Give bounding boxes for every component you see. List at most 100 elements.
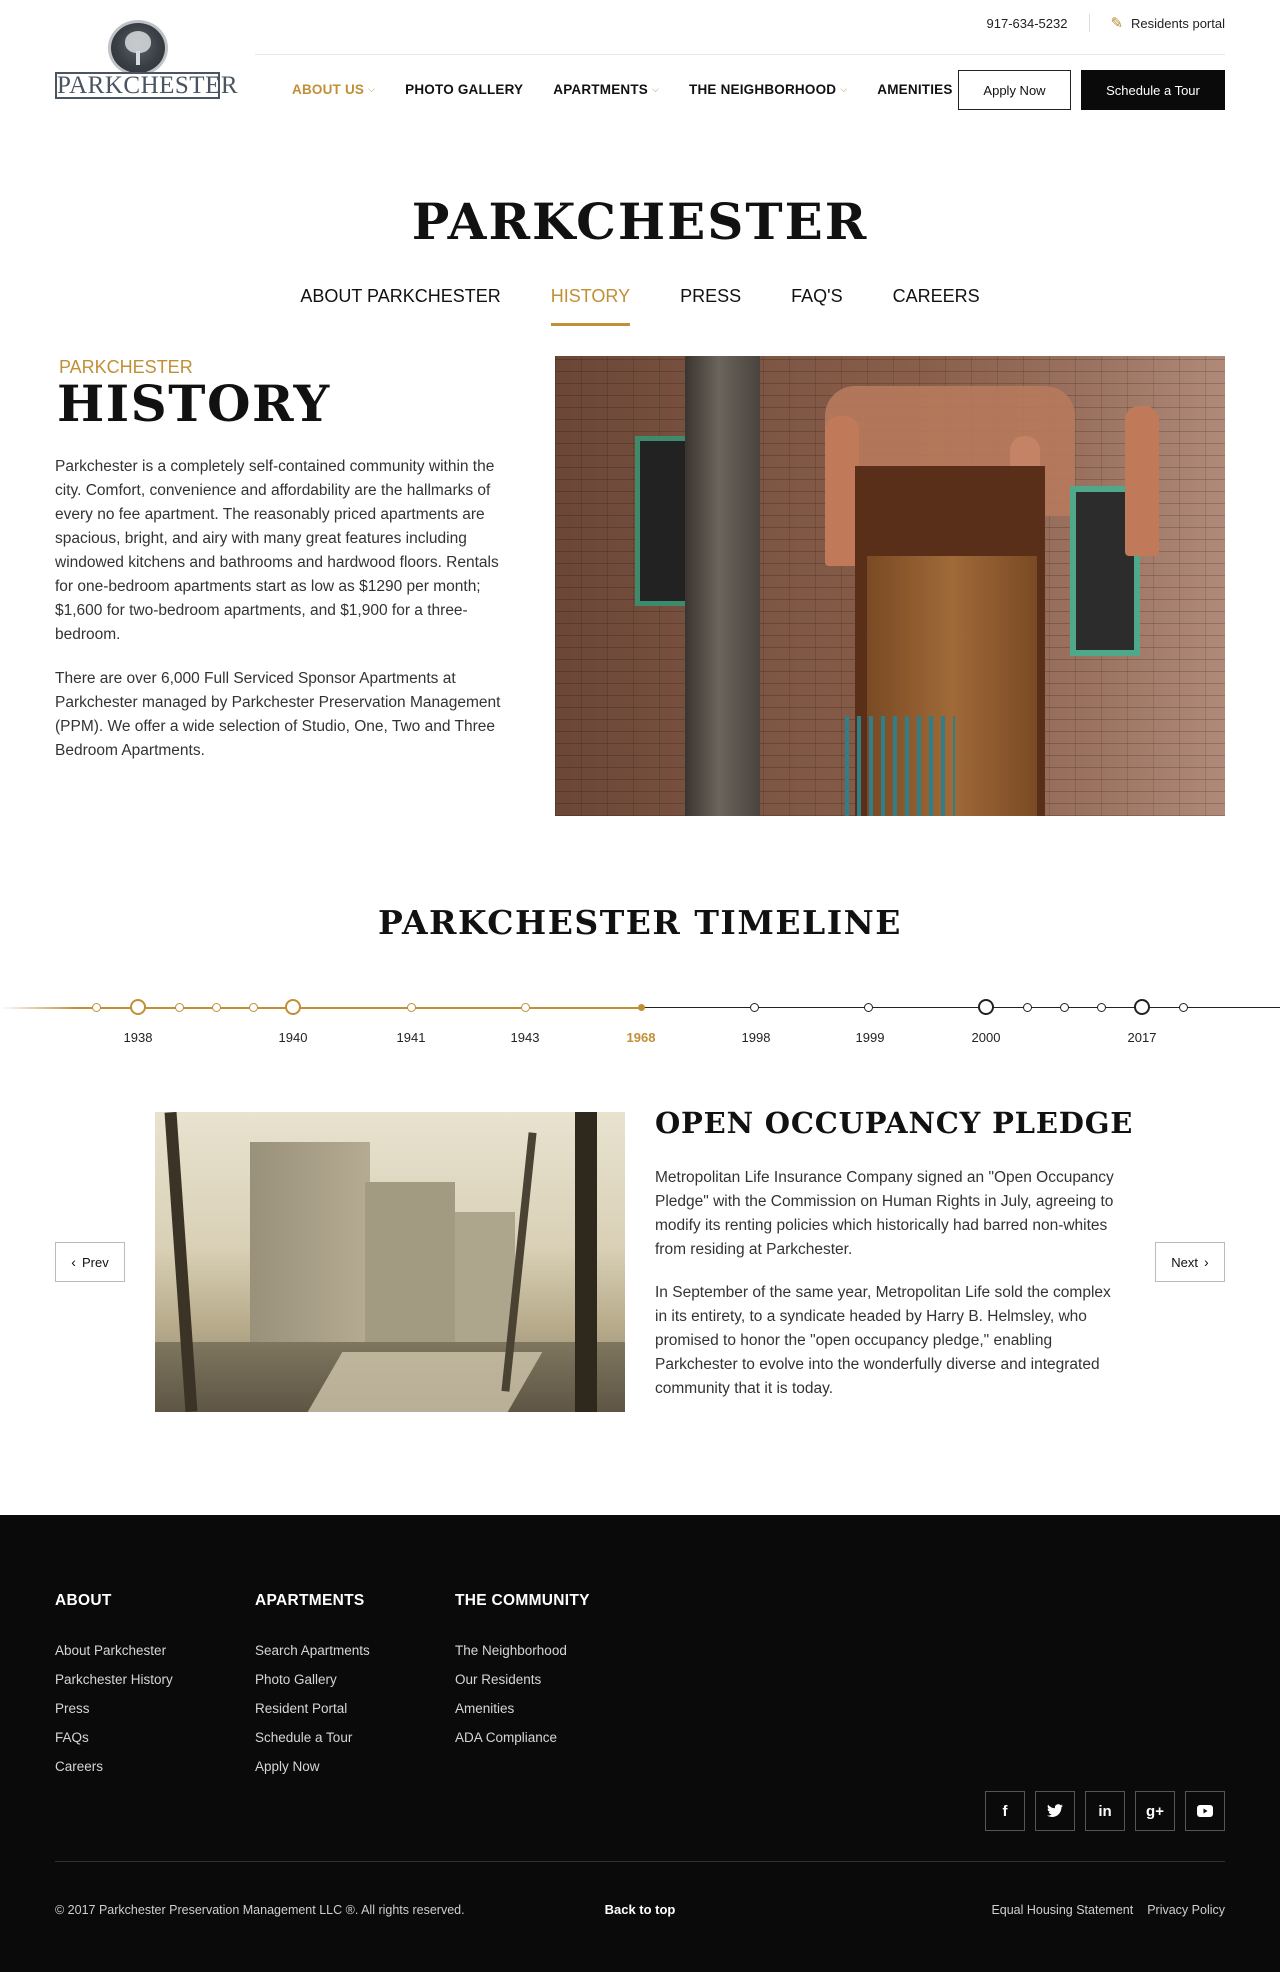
apply-now-button[interactable]: Apply Now bbox=[958, 70, 1071, 110]
timeline-year-2017[interactable]: 2017 bbox=[1128, 1030, 1157, 1045]
timeline-year-1943[interactable]: 1943 bbox=[511, 1030, 540, 1045]
facebook-icon[interactable]: f bbox=[985, 1791, 1025, 1831]
timeline-dot[interactable] bbox=[174, 1003, 184, 1012]
nav-amenities-label: AMENITIES bbox=[877, 82, 953, 97]
nav-about-us[interactable]: ABOUT US ⌵ bbox=[292, 82, 375, 97]
timeline-dot-2017[interactable] bbox=[1134, 999, 1150, 1015]
timeline-track: 1938 1940 1941 1943 1968 1998 1999 2000 … bbox=[0, 985, 1280, 1055]
timeline-dot-1943[interactable] bbox=[520, 1003, 530, 1012]
nav-apartments[interactable]: APARTMENTS ⌵ bbox=[553, 82, 659, 97]
tab-faqs[interactable]: FAQ'S bbox=[791, 286, 842, 326]
chevron-down-icon: ⌵ bbox=[840, 84, 848, 94]
tab-history[interactable]: HISTORY bbox=[550, 286, 631, 326]
photo-tree bbox=[575, 1112, 597, 1412]
linkedin-icon[interactable]: in bbox=[1085, 1791, 1125, 1831]
chevron-down-icon: ⌵ bbox=[368, 84, 376, 94]
timeline-year-1999[interactable]: 1999 bbox=[856, 1030, 885, 1045]
nav-photo-gallery[interactable]: PHOTO GALLERY bbox=[405, 82, 523, 97]
tab-careers[interactable]: CAREERS bbox=[893, 286, 980, 326]
chevron-right-icon: › bbox=[1204, 1254, 1209, 1270]
timeline-dot-1999[interactable] bbox=[863, 1003, 873, 1012]
privacy-policy-link[interactable]: Privacy Policy bbox=[1147, 1903, 1225, 1917]
photo-railing bbox=[845, 716, 955, 816]
footer-link[interactable]: Schedule a Tour bbox=[255, 1730, 370, 1747]
nav-neighborhood[interactable]: THE NEIGHBORHOOD ⌵ bbox=[689, 82, 847, 97]
footer-link[interactable]: ADA Compliance bbox=[455, 1730, 590, 1747]
timeline-dot[interactable] bbox=[1022, 1003, 1032, 1012]
timeline-dot[interactable] bbox=[1059, 1003, 1069, 1012]
timeline-dot[interactable] bbox=[1178, 1003, 1188, 1012]
tab-press[interactable]: PRESS bbox=[680, 286, 741, 326]
timeline-dot[interactable] bbox=[1096, 1003, 1106, 1012]
timeline-dot-1940[interactable] bbox=[285, 999, 301, 1015]
nav-amenities[interactable]: AMENITIES bbox=[877, 82, 952, 97]
timeline-dot-1938[interactable] bbox=[130, 999, 146, 1015]
footer-link[interactable]: Apply Now bbox=[255, 1759, 370, 1776]
back-to-top-link[interactable]: Back to top bbox=[605, 1902, 676, 1917]
youtube-icon[interactable] bbox=[1185, 1791, 1225, 1831]
page-title: PARKCHESTER bbox=[411, 192, 869, 251]
timeline-year-1968[interactable]: 1968 bbox=[627, 1030, 656, 1045]
photo-tree-trunk bbox=[685, 356, 760, 816]
tree-emblem-icon bbox=[108, 20, 168, 76]
utility-divider bbox=[1089, 14, 1091, 32]
parkchester-historic-photo bbox=[155, 1112, 625, 1412]
footer-heading: ABOUT bbox=[55, 1592, 112, 1609]
prev-button[interactable]: ‹ Prev bbox=[55, 1242, 125, 1282]
history-heading: HISTORY bbox=[57, 374, 331, 433]
timeline-dot[interactable] bbox=[248, 1003, 258, 1012]
footer-link[interactable]: Photo Gallery bbox=[255, 1672, 370, 1689]
timeline-dot-1998[interactable] bbox=[749, 1003, 759, 1012]
google-plus-icon[interactable]: g+ bbox=[1135, 1791, 1175, 1831]
footer-link[interactable]: Amenities bbox=[455, 1701, 590, 1718]
photo-building bbox=[250, 1142, 370, 1342]
timeline-dot[interactable] bbox=[211, 1003, 221, 1012]
footer-link[interactable]: Press bbox=[55, 1701, 173, 1718]
schedule-tour-button[interactable]: Schedule a Tour bbox=[1081, 70, 1225, 110]
timeline-dot-1968[interactable] bbox=[637, 1004, 645, 1011]
nav-photo-gallery-label: PHOTO GALLERY bbox=[405, 82, 524, 97]
footer-link[interactable]: FAQs bbox=[55, 1730, 173, 1747]
footer-link[interactable]: Our Residents bbox=[455, 1672, 590, 1689]
footer-column-community: THE COMMUNITY The Neighborhood Our Resid… bbox=[455, 1592, 590, 1759]
history-paragraph-1: Parkchester is a completely self-contain… bbox=[55, 458, 499, 643]
next-button[interactable]: Next › bbox=[1155, 1242, 1225, 1282]
footer-link[interactable]: Resident Portal bbox=[255, 1701, 370, 1718]
phone-link[interactable]: 917-634-5232 bbox=[987, 16, 1068, 31]
timeline-dot[interactable] bbox=[91, 1003, 101, 1012]
event-paragraph-2: In September of the same year, Metropoli… bbox=[655, 1284, 1111, 1397]
equal-housing-link[interactable]: Equal Housing Statement bbox=[991, 1903, 1133, 1917]
timeline-year-1938[interactable]: 1938 bbox=[124, 1030, 153, 1045]
timeline-year-2000[interactable]: 2000 bbox=[972, 1030, 1001, 1045]
twitter-icon[interactable] bbox=[1035, 1791, 1075, 1831]
footer-link[interactable]: Parkchester History bbox=[55, 1672, 173, 1689]
timeline-dot-2000[interactable] bbox=[978, 999, 994, 1015]
event-paragraph-1: Metropolitan Life Insurance Company sign… bbox=[655, 1169, 1114, 1258]
footer-link[interactable]: The Neighborhood bbox=[455, 1643, 590, 1660]
timeline-year-1941[interactable]: 1941 bbox=[397, 1030, 426, 1045]
footer-link[interactable]: Careers bbox=[55, 1759, 173, 1776]
photo-building bbox=[365, 1182, 455, 1342]
key-icon: ✎ bbox=[1110, 15, 1124, 32]
footer-link[interactable]: About Parkchester bbox=[55, 1643, 173, 1660]
footer-link[interactable]: Search Apartments bbox=[255, 1643, 370, 1660]
nav-apartments-label: APARTMENTS bbox=[553, 82, 648, 97]
footer-divider bbox=[55, 1861, 1225, 1862]
timeline-year-1998[interactable]: 1998 bbox=[742, 1030, 771, 1045]
timeline-year-1940[interactable]: 1940 bbox=[279, 1030, 308, 1045]
logo-wordmark: PARKCHESTER bbox=[55, 72, 239, 99]
residents-portal-link[interactable]: Residents portal bbox=[1131, 16, 1225, 31]
chevron-down-icon: ⌵ bbox=[652, 84, 660, 94]
tab-about-parkchester[interactable]: ABOUT PARKCHESTER bbox=[300, 286, 500, 326]
social-links: f in g+ bbox=[975, 1791, 1225, 1831]
timeline-dot-1941[interactable] bbox=[406, 1003, 416, 1012]
photo-building bbox=[455, 1212, 515, 1342]
about-subnav: ABOUT PARKCHESTER HISTORY PRESS FAQ'S CA… bbox=[0, 286, 1280, 326]
site-footer: ABOUT About Parkchester Parkchester Hist… bbox=[0, 1515, 1280, 1972]
footer-column-apartments: APARTMENTS Search Apartments Photo Galle… bbox=[255, 1592, 370, 1788]
footer-heading: APARTMENTS bbox=[255, 1592, 365, 1609]
nav-about-us-label: ABOUT US bbox=[292, 82, 365, 97]
timeline-title: PARKCHESTER TIMELINE bbox=[378, 903, 902, 942]
parkchester-logo[interactable]: PARKCHESTER bbox=[55, 20, 239, 100]
utility-bar: 917-634-5232 ✎ Residents portal bbox=[987, 14, 1225, 32]
